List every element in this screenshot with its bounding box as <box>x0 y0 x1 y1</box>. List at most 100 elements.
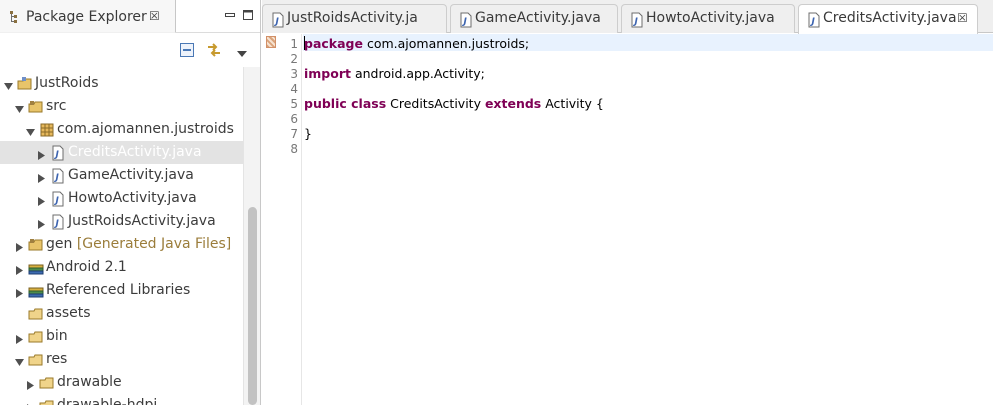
expanded-arrow-icon[interactable] <box>26 125 35 136</box>
code-text: Activity { <box>541 96 604 111</box>
tree-item-label: bin <box>46 328 68 344</box>
tree-item[interactable]: J CreditsActivity.java <box>0 141 243 164</box>
tree-item[interactable]: J GameActivity.java <box>0 164 243 187</box>
line-number: 2 <box>290 52 298 66</box>
source-folder-icon <box>28 99 44 115</box>
package-explorer-tab[interactable]: Package Explorer ☒ <box>0 0 176 33</box>
code-line: public class CreditsActivity extends Act… <box>304 96 604 111</box>
link-with-editor-icon[interactable] <box>206 42 222 62</box>
tree-item-name: gen <box>46 236 73 252</box>
editor-tab[interactable]: J GameActivity.java <box>450 4 618 33</box>
editor-tab-label: CreditsActivity.java <box>823 10 957 26</box>
tree-item[interactable]: J HowtoActivity.java <box>0 187 243 210</box>
editor-area: J JustRoidsActivity.ja J GameActivity.java J… <box>262 0 993 405</box>
tree-item[interactable]: JustRoids <box>0 72 243 95</box>
tree-item[interactable]: J JustRoidsActivity.java <box>0 210 243 233</box>
line-number: 4 <box>290 82 298 96</box>
code-line: } <box>304 126 312 141</box>
tree-item-name: GameActivity.java <box>68 167 194 183</box>
tree-item[interactable]: gen [Generated Java Files] <box>0 233 243 256</box>
package-explorer-title: Package Explorer <box>26 9 147 25</box>
code-text: com.ajomannen.justroids; <box>362 36 530 51</box>
annotation-marker-icon[interactable] <box>266 36 276 48</box>
code-keyword: public class <box>304 96 387 111</box>
tree-item[interactable]: bin <box>0 325 243 348</box>
folder-icon <box>28 352 44 368</box>
java-file-icon: J <box>270 12 286 32</box>
collapsed-arrow-icon[interactable] <box>15 332 24 344</box>
editor-tab[interactable]: J CreditsActivity.java ☒ <box>798 4 978 34</box>
line-number: 1 <box>290 37 298 51</box>
tree-item-label: JustRoidsActivity.java <box>68 213 216 229</box>
package-explorer-icon <box>9 10 21 28</box>
tree-item[interactable]: Referenced Libraries <box>0 279 243 302</box>
collapse-all-icon[interactable] <box>180 43 194 61</box>
editor-tab-label: HowtoActivity.java <box>646 10 775 26</box>
view-menu-icon[interactable] <box>237 46 247 62</box>
java-file-icon: J <box>806 12 822 32</box>
scrollbar-thumb[interactable] <box>248 207 257 405</box>
expanded-arrow-icon[interactable] <box>15 355 24 366</box>
editor-tab-label: GameActivity.java <box>475 10 601 26</box>
editor-tab-label: JustRoidsActivity.ja <box>287 10 418 26</box>
tree-item[interactable]: src <box>0 95 243 118</box>
code-line: import android.app.Activity; <box>304 66 485 81</box>
tree-item-decoration: [Generated Java Files] <box>76 236 232 252</box>
editor-tab-bar: J JustRoidsActivity.ja J GameActivity.java J… <box>262 0 993 34</box>
code-editor[interactable]: 12345678 package com.ajomannen.justroids… <box>262 34 993 405</box>
close-icon[interactable]: ☒ <box>149 9 160 23</box>
explorer-scrollbar[interactable] <box>243 67 260 405</box>
java-file-icon: J <box>458 12 474 32</box>
tree-item[interactable]: drawable-hdpi <box>0 394 243 405</box>
close-icon[interactable]: ☒ <box>957 11 968 25</box>
java-file-icon: J <box>50 214 66 230</box>
tree-item[interactable]: assets <box>0 302 243 325</box>
collapsed-arrow-icon[interactable] <box>26 378 35 390</box>
editor-tab[interactable]: J JustRoidsActivity.ja <box>262 4 447 33</box>
collapsed-arrow-icon[interactable] <box>15 263 24 275</box>
tree-item-label: HowtoActivity.java <box>68 190 197 206</box>
tree-item-label: src <box>46 98 66 114</box>
tree-item-name: assets <box>46 305 91 321</box>
code-text-area[interactable]: package com.ajomannen.justroids; import a… <box>303 34 993 405</box>
tree-item-name: src <box>46 98 67 114</box>
editor-tab[interactable]: J HowtoActivity.java <box>621 4 795 33</box>
tree-item-name: JustRoidsActivity.java <box>68 213 216 229</box>
tree-item-name: bin <box>46 328 68 344</box>
tree-item[interactable]: drawable <box>0 371 243 394</box>
project-icon <box>17 76 33 92</box>
code-keyword: extends <box>484 96 542 111</box>
tree-item-name: com.ajomannen.justroids <box>57 121 234 137</box>
tree-item-label: com.ajomannen.justroids <box>57 121 234 137</box>
tree-item-name: HowtoActivity.java <box>68 190 197 206</box>
folder-icon <box>28 329 44 345</box>
tree-item-label: drawable-hdpi <box>57 397 157 405</box>
minimize-icon[interactable] <box>224 9 236 25</box>
code-keyword: import <box>304 66 351 81</box>
collapsed-arrow-icon[interactable] <box>37 194 46 206</box>
library-icon <box>28 260 44 276</box>
tree-item[interactable]: res <box>0 348 243 371</box>
tree-item-name: Referenced Libraries <box>46 282 191 298</box>
tree-item-name: drawable <box>57 374 122 390</box>
java-file-icon: J <box>50 191 66 207</box>
tree-item-label: drawable <box>57 374 122 390</box>
collapsed-arrow-icon[interactable] <box>15 286 24 298</box>
collapsed-arrow-icon[interactable] <box>15 240 24 252</box>
collapsed-arrow-icon[interactable] <box>37 171 46 183</box>
expanded-arrow-icon[interactable] <box>4 79 13 90</box>
code-keyword: package <box>304 36 363 51</box>
line-number: 3 <box>290 67 298 81</box>
view-window-controls <box>176 0 260 33</box>
tree-item-label: Android 2.1 <box>46 259 127 275</box>
collapsed-arrow-icon[interactable] <box>37 217 46 229</box>
tree-item[interactable]: Android 2.1 <box>0 256 243 279</box>
code-text: CreditsActivity <box>386 96 485 111</box>
collapsed-arrow-icon[interactable] <box>37 148 46 160</box>
folder-icon <box>28 306 44 322</box>
tree-item[interactable]: com.ajomannen.justroids <box>0 118 243 141</box>
collapsed-arrow-icon[interactable] <box>26 401 35 405</box>
folder-icon <box>39 398 55 405</box>
expanded-arrow-icon[interactable] <box>15 102 24 113</box>
maximize-icon[interactable] <box>242 9 254 25</box>
